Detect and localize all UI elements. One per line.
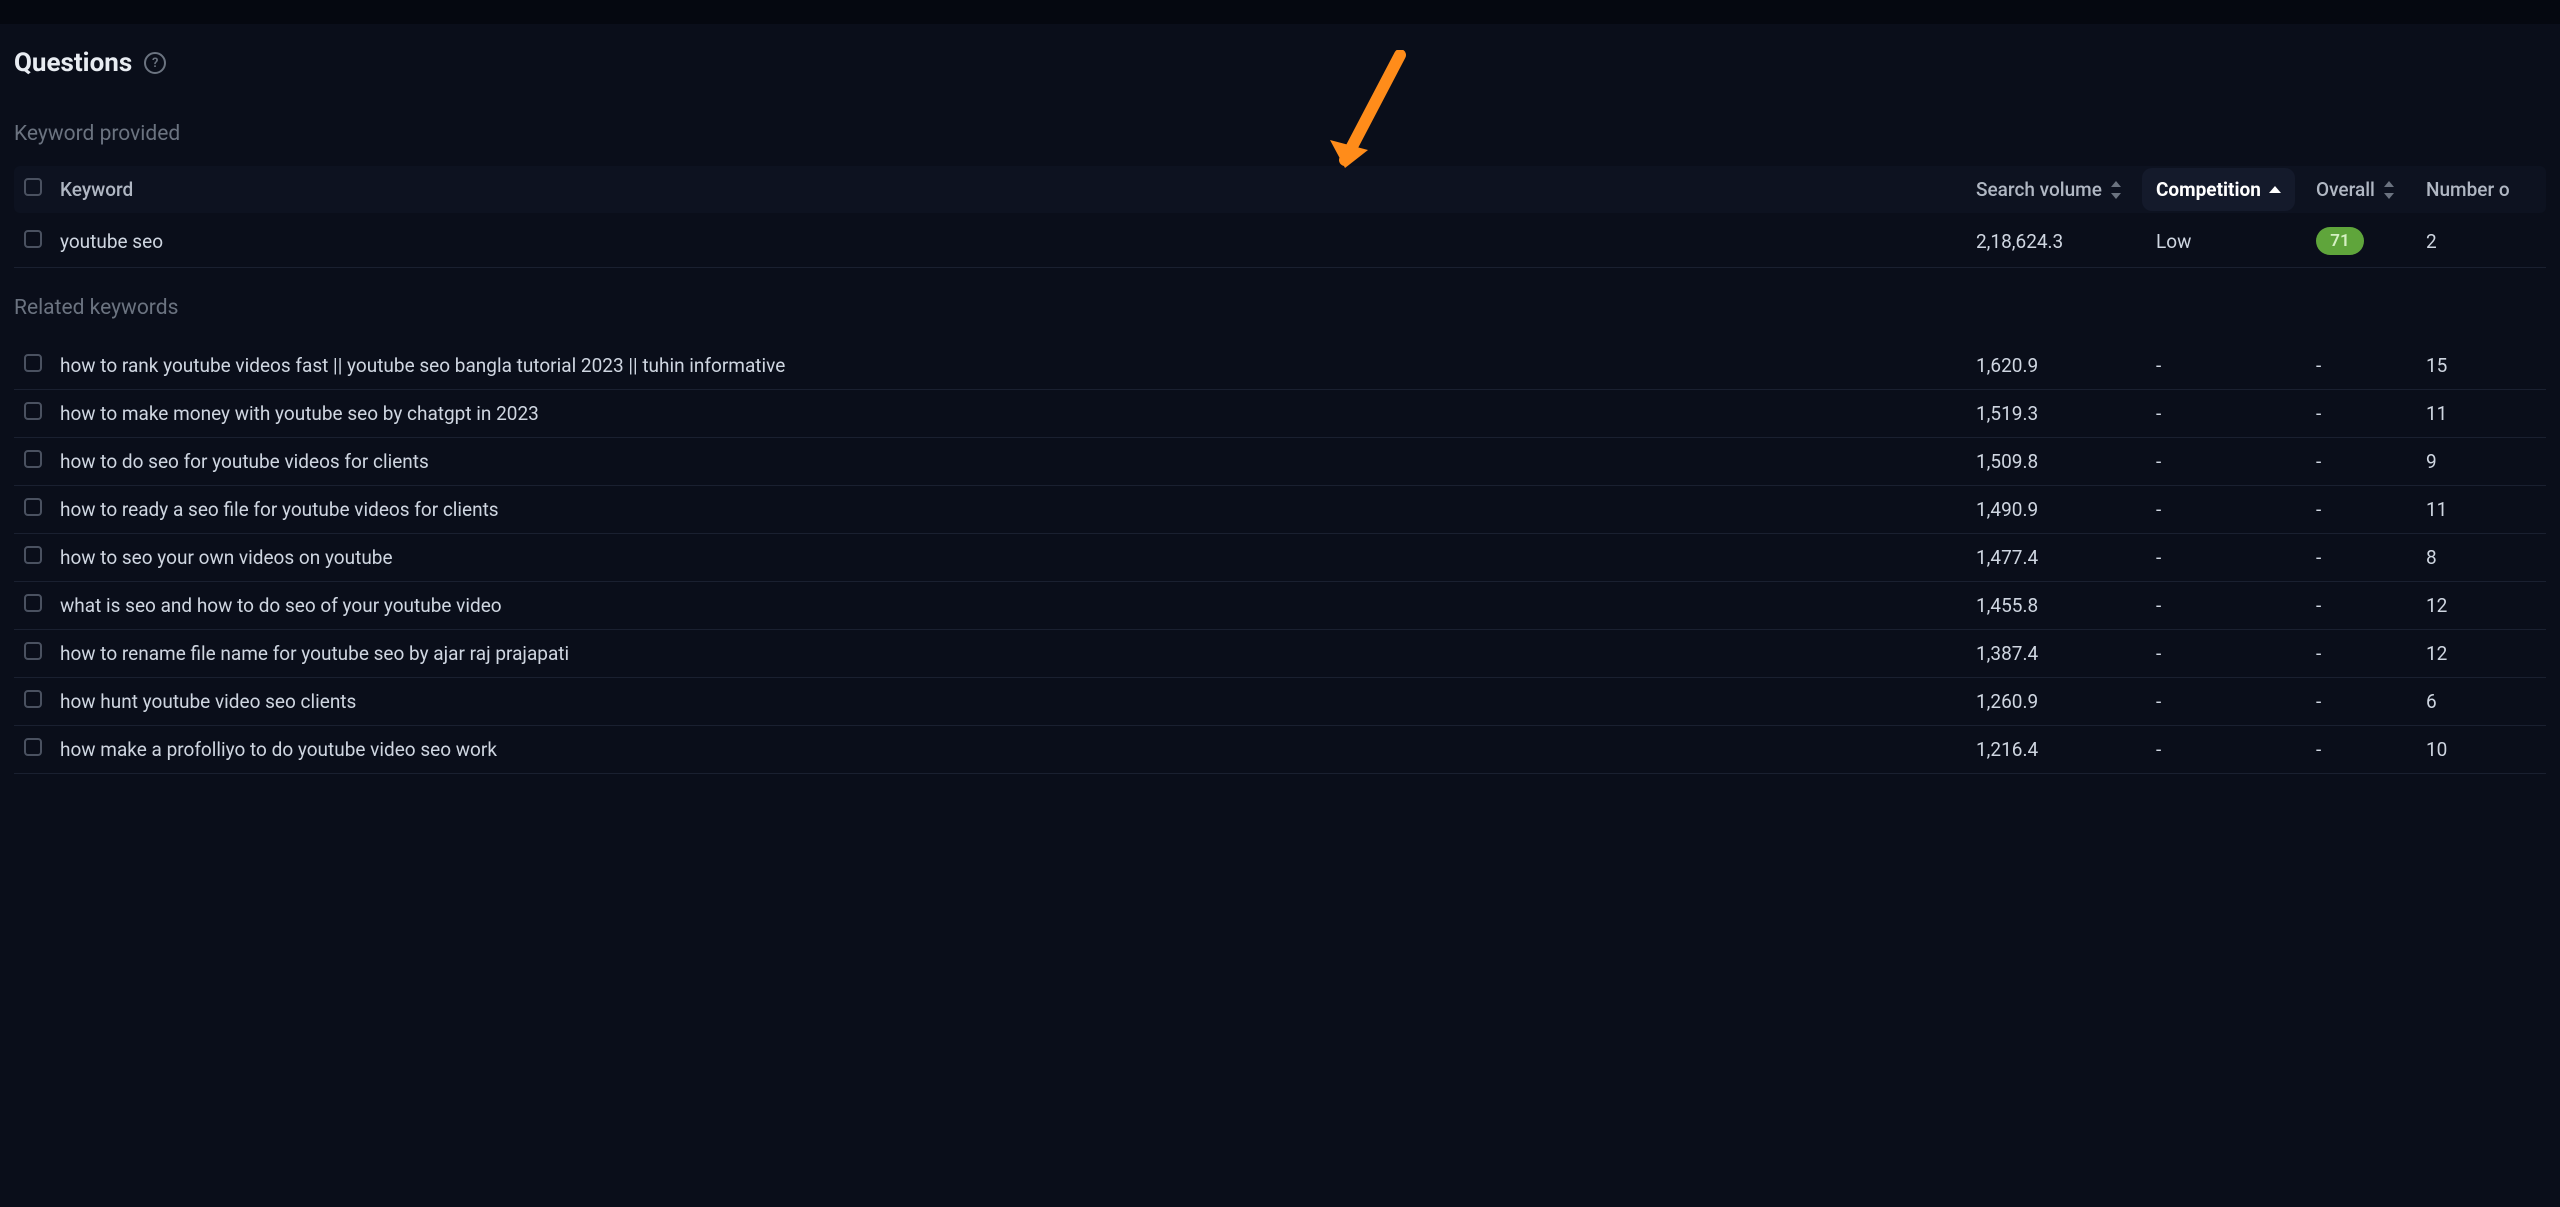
competition-cell: Low (2156, 230, 2316, 253)
column-competition-label: Competition (2156, 178, 2261, 201)
row-checkbox[interactable] (24, 594, 42, 612)
volume-cell: 1,387.4 (1976, 642, 2156, 665)
overall-cell: - (2316, 594, 2426, 617)
competition-cell: - (2156, 402, 2316, 425)
row-checkbox[interactable] (24, 354, 42, 372)
volume-cell: 1,519.3 (1976, 402, 2156, 425)
row-checkbox[interactable] (24, 402, 42, 420)
volume-cell: 1,260.9 (1976, 690, 2156, 713)
competition-cell: - (2156, 642, 2316, 665)
number-cell: 6 (2426, 690, 2536, 713)
row-checkbox[interactable] (24, 642, 42, 660)
volume-cell: 1,477.4 (1976, 546, 2156, 569)
sort-icon (2110, 181, 2122, 199)
number-cell: 2 (2426, 230, 2536, 253)
number-cell: 12 (2426, 642, 2536, 665)
overall-cell: - (2316, 354, 2426, 377)
volume-cell: 1,490.9 (1976, 498, 2156, 521)
section-title-row: Questions ? (14, 48, 2546, 78)
competition-cell: - (2156, 594, 2316, 617)
table-header: Keyword Search volume Competition (14, 166, 2546, 213)
keyword-cell[interactable]: how hunt youtube video seo clients (60, 690, 1976, 713)
top-bar (0, 0, 2560, 24)
sort-icon (2383, 181, 2395, 199)
keyword-cell[interactable]: how to make money with youtube seo by ch… (60, 402, 1976, 425)
subsection-related-label: Related keywords (14, 296, 2546, 320)
overall-cell: - (2316, 690, 2426, 713)
keyword-cell[interactable]: what is seo and how to do seo of your yo… (60, 594, 1976, 617)
table-row: what is seo and how to do seo of your yo… (14, 582, 2546, 630)
keyword-cell[interactable]: how to do seo for youtube videos for cli… (60, 450, 1976, 473)
volume-cell: 1,455.8 (1976, 594, 2156, 617)
number-cell: 11 (2426, 402, 2536, 425)
competition-cell: - (2156, 498, 2316, 521)
row-checkbox[interactable] (24, 690, 42, 708)
row-checkbox[interactable] (24, 450, 42, 468)
help-icon[interactable]: ? (144, 52, 166, 74)
overall-cell: - (2316, 402, 2426, 425)
column-volume[interactable]: Search volume (1976, 178, 2156, 201)
row-checkbox[interactable] (24, 498, 42, 516)
column-number-label: Number o (2426, 178, 2510, 201)
number-cell: 12 (2426, 594, 2536, 617)
overall-badge: 71 (2316, 227, 2364, 255)
number-cell: 11 (2426, 498, 2536, 521)
number-cell: 10 (2426, 738, 2536, 761)
column-keyword-label: Keyword (60, 178, 133, 201)
row-checkbox[interactable] (24, 230, 42, 248)
volume-cell: 1,216.4 (1976, 738, 2156, 761)
column-volume-label: Search volume (1976, 178, 2102, 201)
column-number[interactable]: Number o (2426, 178, 2536, 201)
table-row: how to make money with youtube seo by ch… (14, 390, 2546, 438)
table-row: how hunt youtube video seo clients1,260.… (14, 678, 2546, 726)
overall-cell: - (2316, 450, 2426, 473)
column-overall[interactable]: Overall (2316, 178, 2395, 201)
competition-cell: - (2156, 546, 2316, 569)
table-row: how to rank youtube videos fast || youtu… (14, 342, 2546, 390)
table-row: how make a profolliyo to do youtube vide… (14, 726, 2546, 774)
number-cell: 15 (2426, 354, 2536, 377)
table-row: how to ready a seo file for youtube vide… (14, 486, 2546, 534)
overall-cell: - (2316, 642, 2426, 665)
overall-cell: - (2316, 738, 2426, 761)
sort-up-icon (2269, 184, 2281, 196)
competition-cell: - (2156, 738, 2316, 761)
keyword-cell[interactable]: how to seo your own videos on youtube (60, 546, 1976, 569)
number-cell: 9 (2426, 450, 2536, 473)
overall-cell: 71 (2316, 227, 2426, 255)
competition-cell: - (2156, 450, 2316, 473)
overall-cell: - (2316, 498, 2426, 521)
row-checkbox[interactable] (24, 738, 42, 756)
number-cell: 8 (2426, 546, 2536, 569)
keyword-cell[interactable]: how to rank youtube videos fast || youtu… (60, 354, 1976, 377)
volume-cell: 2,18,624.3 (1976, 230, 2156, 253)
keyword-cell[interactable]: how make a profolliyo to do youtube vide… (60, 738, 1976, 761)
volume-cell: 1,620.9 (1976, 354, 2156, 377)
main-content: Questions ? Keyword provided Keyword Sea… (0, 24, 2560, 774)
competition-cell: - (2156, 690, 2316, 713)
provided-table: Keyword Search volume Competition (14, 166, 2546, 268)
column-keyword[interactable]: Keyword (60, 178, 1976, 201)
row-checkbox[interactable] (24, 546, 42, 564)
section-title: Questions (14, 48, 132, 78)
related-table: how to rank youtube videos fast || youtu… (14, 342, 2546, 774)
keyword-cell[interactable]: how to ready a seo file for youtube vide… (60, 498, 1976, 521)
column-competition[interactable]: Competition (2156, 178, 2281, 201)
overall-cell: - (2316, 546, 2426, 569)
volume-cell: 1,509.8 (1976, 450, 2156, 473)
keyword-cell[interactable]: youtube seo (60, 230, 1976, 253)
competition-cell: - (2156, 354, 2316, 377)
select-all-checkbox[interactable] (24, 178, 42, 196)
column-overall-label: Overall (2316, 178, 2375, 201)
table-row: how to rename file name for youtube seo … (14, 630, 2546, 678)
table-row: how to do seo for youtube videos for cli… (14, 438, 2546, 486)
keyword-cell[interactable]: how to rename file name for youtube seo … (60, 642, 1976, 665)
subsection-provided-label: Keyword provided (14, 122, 2546, 146)
table-row: how to seo your own videos on youtube1,4… (14, 534, 2546, 582)
table-row: youtube seo2,18,624.3Low71 2 (14, 215, 2546, 268)
